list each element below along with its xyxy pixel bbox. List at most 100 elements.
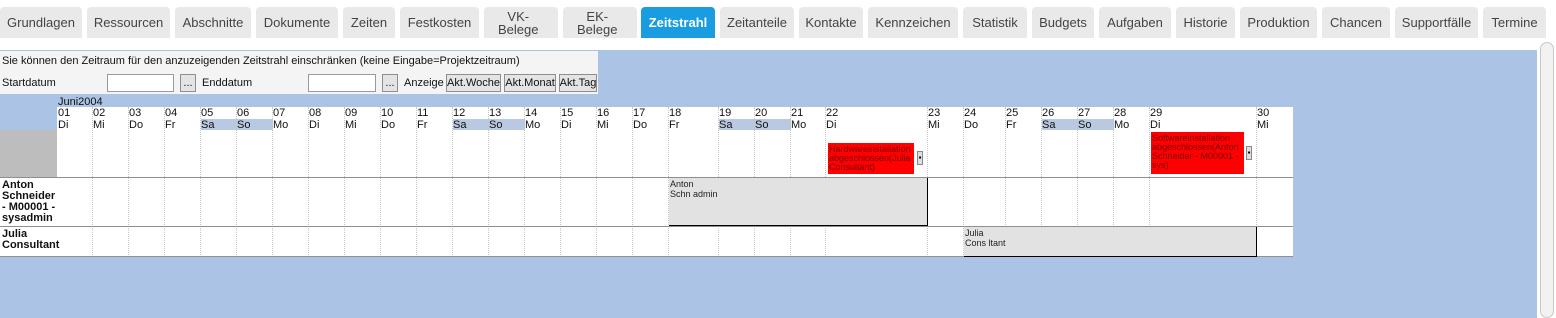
tab-ressourcen[interactable]: Ressourcen bbox=[87, 7, 170, 38]
tab-kontakte[interactable]: Kontakte bbox=[799, 7, 863, 38]
day-number: 24 bbox=[964, 107, 977, 119]
anzeige-label: Anzeige bbox=[404, 77, 444, 89]
tab-dokumente[interactable]: Dokumente bbox=[256, 7, 338, 38]
day-header: 28 Mo bbox=[1114, 107, 1129, 131]
tab-aufgaben[interactable]: Aufgaben bbox=[1099, 7, 1171, 38]
tab-label: Dokumente bbox=[263, 15, 331, 30]
day-name: Do bbox=[964, 119, 979, 131]
tab-label: Supportfälle bbox=[1401, 15, 1472, 30]
milestone-hardware-handle[interactable]: ▪ bbox=[917, 151, 923, 165]
day-header: 29 Di bbox=[1150, 107, 1162, 131]
resource-bar-julia[interactable]: Julia Cons ltant bbox=[964, 227, 1257, 257]
day-name: Mo bbox=[791, 119, 807, 131]
milestone-software-handle[interactable]: ▪ bbox=[1246, 146, 1252, 160]
tab-label: VK- Belege bbox=[498, 8, 539, 37]
day-name: Do bbox=[381, 119, 396, 131]
day-number: 15 bbox=[561, 107, 574, 119]
day-name: Mo bbox=[525, 119, 541, 131]
day-header: 30 Mi bbox=[1257, 107, 1269, 131]
day-number: 09 bbox=[345, 107, 358, 119]
tab-chancen[interactable]: Chancen bbox=[1322, 7, 1390, 38]
day-number: 29 bbox=[1150, 107, 1163, 119]
milestone-software[interactable]: Softwareinstallation abgeschlossen(Anton… bbox=[1151, 132, 1244, 174]
current-month-button[interactable]: Akt.Monat bbox=[504, 74, 556, 92]
resource-bar-anton[interactable]: Anton Schn admin bbox=[669, 178, 928, 226]
day-number: 19 bbox=[719, 107, 732, 119]
day-name: Fr bbox=[1006, 119, 1017, 131]
tab-label: EK- Belege bbox=[577, 8, 618, 37]
day-header: 08 Di bbox=[309, 107, 321, 131]
day-name: So bbox=[1078, 119, 1092, 131]
end-date-picker-button[interactable]: ... bbox=[382, 74, 398, 92]
milestone-row-header bbox=[0, 130, 57, 178]
tab-kennzeichen[interactable]: Kennzeichen bbox=[868, 7, 958, 38]
day-number: 13 bbox=[489, 107, 502, 119]
day-number: 12 bbox=[453, 107, 466, 119]
start-date-input[interactable] bbox=[107, 74, 174, 92]
day-number: 18 bbox=[669, 107, 682, 119]
tab-label: Zeitanteile bbox=[727, 15, 787, 30]
tab-ek-belege[interactable]: EK- Belege bbox=[563, 7, 637, 38]
day-header: 06 So bbox=[237, 107, 250, 131]
day-header: 02 Mi bbox=[93, 107, 105, 131]
row-divider bbox=[0, 177, 1293, 178]
tab-label: Ressourcen bbox=[93, 15, 164, 30]
tab-vk-belege[interactable]: VK- Belege bbox=[484, 7, 558, 38]
tab-produktion[interactable]: Produktion bbox=[1240, 7, 1317, 38]
tab-label: Aufgaben bbox=[1107, 15, 1163, 30]
day-header: 05 Sa bbox=[201, 107, 214, 131]
day-number: 11 bbox=[417, 107, 429, 119]
day-name: Mi bbox=[1257, 119, 1269, 131]
day-header: 18 Fr bbox=[669, 107, 681, 131]
day-name: Di bbox=[1150, 119, 1161, 131]
day-number: 28 bbox=[1114, 107, 1127, 119]
day-name: Mi bbox=[93, 119, 105, 131]
day-number: 05 bbox=[201, 107, 214, 119]
tab-label: Chancen bbox=[1329, 15, 1383, 30]
current-day-button[interactable]: Akt.Tag bbox=[559, 74, 597, 92]
day-number: 06 bbox=[237, 107, 250, 119]
tab-abschnitte[interactable]: Abschnitte bbox=[175, 7, 251, 38]
tab-bar: Grundlagen Ressourcen Abschnitte Dokumen… bbox=[0, 0, 1556, 40]
milestone-hardware[interactable]: Hardwareinstallation abgeschlossen(Julia… bbox=[828, 143, 914, 174]
day-number: 27 bbox=[1078, 107, 1091, 119]
tab-label: Budgets bbox=[1039, 15, 1087, 30]
day-number: 14 bbox=[525, 107, 538, 119]
day-header: 10 Do bbox=[381, 107, 395, 131]
tab-zeitstrahl[interactable]: Zeitstrahl bbox=[641, 7, 715, 38]
tab-festkosten[interactable]: Festkosten bbox=[400, 7, 479, 38]
tab-zeitanteile[interactable]: Zeitanteile bbox=[720, 7, 794, 38]
day-header: 13 So bbox=[489, 107, 502, 131]
tab-supportfaelle[interactable]: Supportfälle bbox=[1395, 7, 1478, 38]
day-number: 02 bbox=[93, 107, 106, 119]
day-header: 14 Mo bbox=[525, 107, 540, 131]
scrollbar-thumb[interactable] bbox=[1540, 42, 1554, 318]
day-name: Di bbox=[309, 119, 320, 131]
end-date-label: Enddatum bbox=[202, 77, 253, 89]
day-header: 21 Mo bbox=[791, 107, 806, 131]
tab-label: Abschnitte bbox=[182, 15, 244, 30]
current-week-button[interactable]: Akt.Woche bbox=[446, 74, 501, 92]
day-header: 11 Fr bbox=[417, 107, 428, 131]
day-header: 22 Di bbox=[826, 107, 838, 131]
tab-zeiten[interactable]: Zeiten bbox=[343, 7, 395, 38]
day-name: Mi bbox=[928, 119, 940, 131]
start-date-picker-button[interactable]: ... bbox=[180, 74, 196, 92]
tab-label: Termine bbox=[1491, 15, 1538, 30]
tab-historie[interactable]: Historie bbox=[1176, 7, 1235, 38]
tab-statistik[interactable]: Statistik bbox=[963, 7, 1027, 38]
day-header: 23 Mi bbox=[928, 107, 940, 131]
tab-grundlagen[interactable]: Grundlagen bbox=[0, 7, 82, 38]
tab-label: Kontakte bbox=[805, 15, 857, 30]
end-date-input[interactable] bbox=[308, 74, 376, 92]
tab-budgets[interactable]: Budgets bbox=[1032, 7, 1094, 38]
tab-label: Zeitstrahl bbox=[648, 15, 708, 30]
day-header: 24 Do bbox=[964, 107, 978, 131]
day-number: 23 bbox=[928, 107, 941, 119]
day-name: Sa bbox=[1042, 119, 1056, 131]
resource-name-anton: Anton Schneider - M00001 - sysadmin bbox=[0, 178, 57, 226]
day-name: So bbox=[237, 119, 251, 131]
day-name: Mi bbox=[597, 119, 609, 131]
tab-termine[interactable]: Termine bbox=[1483, 7, 1546, 38]
day-number: 10 bbox=[381, 107, 394, 119]
